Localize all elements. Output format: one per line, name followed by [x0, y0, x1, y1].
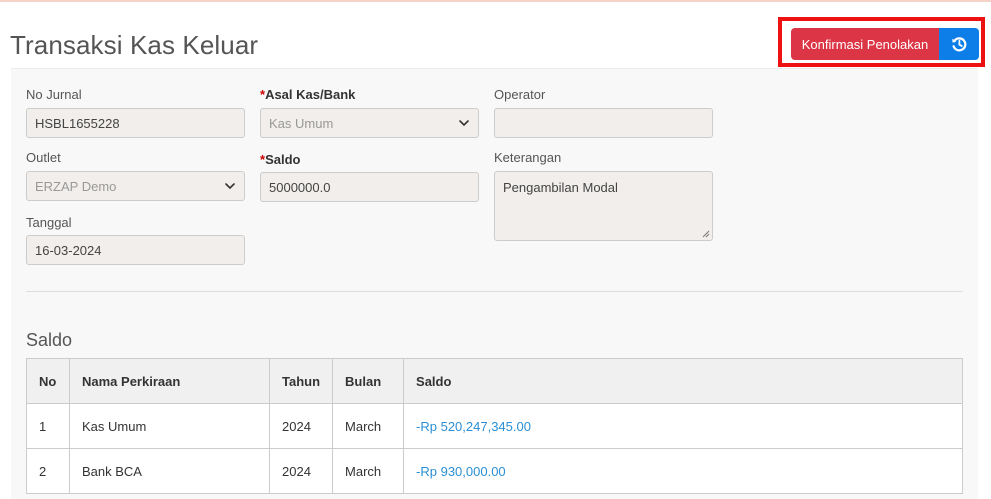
chevron-down-icon — [225, 183, 235, 190]
tanggal-label: Tanggal — [26, 215, 72, 230]
asal-kas-value: Kas Umum — [269, 115, 334, 131]
asal-kas-select[interactable]: Kas Umum — [260, 108, 479, 138]
no-jurnal-field[interactable]: HSBL1655228 — [26, 108, 245, 138]
cell-no: 1 — [26, 403, 70, 449]
saldo-field[interactable]: 5000000.0 — [260, 172, 479, 202]
cell-nama: Kas Umum — [69, 403, 270, 449]
keterangan-label: Keterangan — [494, 150, 562, 165]
table-row: 1 Kas Umum 2024 March -Rp 520,247,345.00 — [26, 403, 963, 449]
cell-tahun: 2024 — [268, 403, 334, 449]
saldo-amount-link[interactable]: -Rp 930,000.00 — [416, 464, 506, 479]
operator-field[interactable] — [494, 108, 713, 138]
saldo-section-title: Saldo — [26, 330, 73, 350]
asal-kas-label: *Asal Kas/Bank — [260, 87, 356, 102]
operator-label: Operator — [494, 87, 546, 102]
col-header-saldo: Saldo — [403, 358, 963, 404]
cell-tahun: 2024 — [268, 448, 334, 494]
keterangan-textarea[interactable]: Pengambilan Modal — [494, 171, 713, 241]
confirm-rejection-button[interactable]: Konfirmasi Penolakan — [791, 28, 939, 60]
col-header-tahun: Tahun — [268, 358, 334, 404]
resize-handle-icon[interactable] — [702, 230, 710, 238]
history-icon — [952, 37, 967, 52]
cell-no: 2 — [26, 448, 70, 494]
cell-bulan: March — [332, 448, 405, 494]
reset-button[interactable] — [939, 28, 979, 60]
tanggal-field[interactable]: 16-03-2024 — [26, 235, 245, 265]
table-header-row: No Nama Perkiraan Tahun Bulan Saldo — [26, 358, 963, 404]
saldo-label: *Saldo — [260, 152, 301, 167]
no-jurnal-label: No Jurnal — [26, 87, 82, 102]
table-row: 2 Bank BCA 2024 March -Rp 930,000.00 — [26, 448, 963, 494]
saldo-amount-link[interactable]: -Rp 520,247,345.00 — [416, 419, 531, 434]
outlet-select[interactable]: ERZAP Demo — [26, 171, 245, 201]
saldo-table: No Nama Perkiraan Tahun Bulan Saldo 1 Ka… — [26, 358, 963, 494]
outlet-label: Outlet — [26, 150, 61, 165]
col-header-no: No — [26, 358, 70, 404]
cell-saldo: -Rp 930,000.00 — [403, 448, 963, 494]
cell-saldo: -Rp 520,247,345.00 — [403, 403, 963, 449]
page-title: Transaksi Kas Keluar — [10, 30, 259, 60]
chevron-down-icon — [459, 120, 469, 127]
keterangan-value: Pengambilan Modal — [503, 180, 618, 195]
col-header-bulan: Bulan — [332, 358, 405, 404]
cell-bulan: March — [332, 403, 405, 449]
top-accent-line — [0, 0, 991, 2]
col-header-nama: Nama Perkiraan — [69, 358, 270, 404]
cell-nama: Bank BCA — [69, 448, 270, 494]
section-divider — [26, 291, 963, 292]
outlet-value: ERZAP Demo — [35, 178, 117, 194]
